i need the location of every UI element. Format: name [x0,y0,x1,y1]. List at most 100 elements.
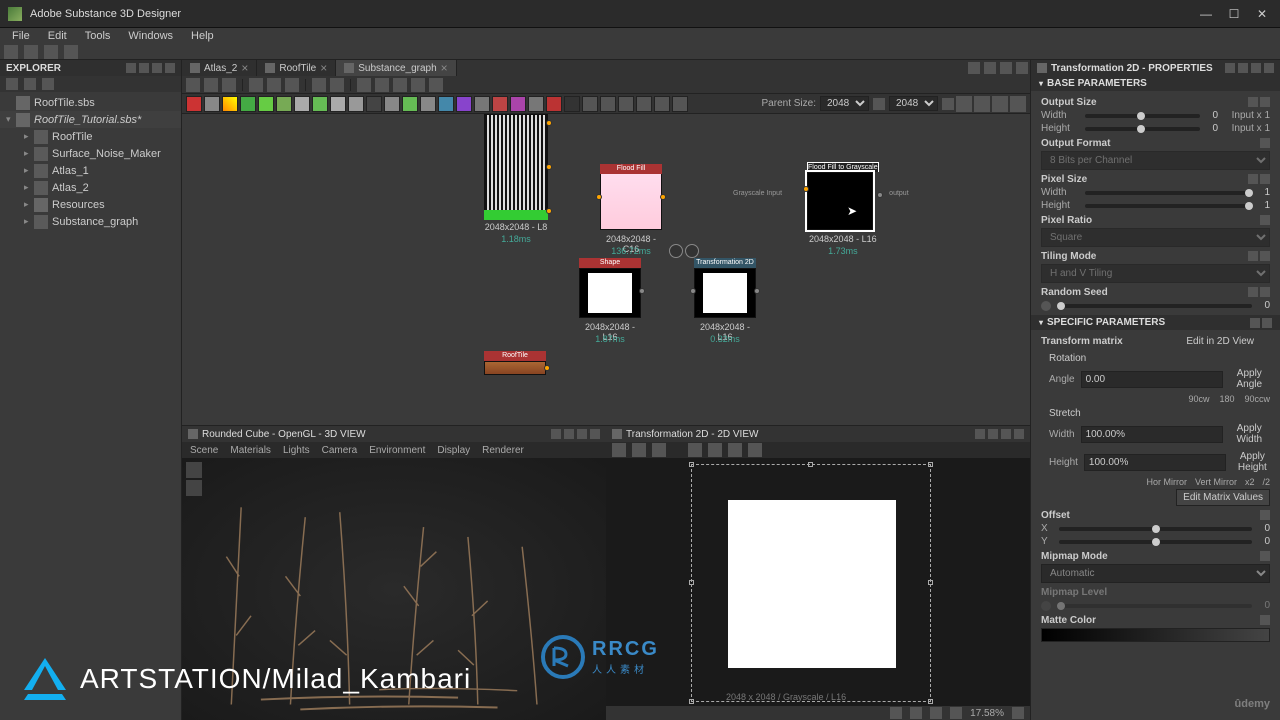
graph-tab[interactable]: Atlas_2× [182,60,257,76]
node-noise[interactable]: 2048x2048 - L8 1.18ms [484,114,548,218]
toolbar-icon[interactable] [956,96,972,112]
apply-width-button[interactable]: Apply Width [1229,421,1270,447]
prop-pin-icon[interactable] [1225,63,1235,73]
view2d-histogram-icon[interactable] [748,443,762,457]
menu-camera[interactable]: Camera [322,445,358,456]
palette-swatch[interactable] [492,96,508,112]
tab-close-icon[interactable]: × [441,61,448,75]
palette-swatch[interactable] [546,96,562,112]
edit-matrix-button[interactable]: Edit Matrix Values [1176,489,1270,506]
stretch-height-input[interactable] [1084,454,1226,471]
menu-lights[interactable]: Lights [283,445,310,456]
graph-view-btn-icon[interactable] [1000,62,1012,74]
tree-item[interactable]: ▸Atlas_1 [0,162,181,179]
rotate-180-button[interactable]: 180 [1219,394,1234,404]
param-menu-icon[interactable] [1260,215,1270,225]
menu-help[interactable]: Help [183,30,222,42]
palette-swatch[interactable] [420,96,436,112]
palette-swatch[interactable] [672,96,688,112]
transform-handle[interactable] [928,580,933,585]
transform-handle[interactable] [689,699,694,704]
link-icon[interactable] [873,98,885,110]
graph-tool-icon[interactable] [312,78,326,92]
menu-tools[interactable]: Tools [77,30,119,42]
view2d-copy-icon[interactable] [652,443,666,457]
palette-swatch[interactable] [276,96,292,112]
graph-tab-active[interactable]: Substance_graph× [336,60,456,76]
width-slider[interactable] [1085,114,1200,118]
explorer-tool-icon[interactable] [42,78,54,90]
graph-tool-icon[interactable] [411,78,425,92]
tab-close-icon[interactable]: × [241,61,248,75]
toolbar-save-icon[interactable] [44,45,58,59]
menu-windows[interactable]: Windows [120,30,181,42]
graph-tool-icon[interactable] [375,78,389,92]
palette-swatch[interactable] [582,96,598,112]
toolbar-new-icon[interactable] [4,45,18,59]
transform-handle[interactable] [928,462,933,467]
menu-scene[interactable]: Scene [190,445,218,456]
tree-item[interactable]: RoofTile.sbs [0,94,181,111]
graph-tool-icon[interactable] [330,78,344,92]
angle-input[interactable] [1081,371,1223,388]
palette-swatch[interactable] [528,96,544,112]
graph-tool-icon[interactable] [429,78,443,92]
palette-swatch[interactable] [456,96,472,112]
px-width-slider[interactable] [1085,191,1252,195]
palette-swatch[interactable] [204,96,220,112]
view-2d-canvas[interactable]: 2048 x 2048 / Grayscale / L16 [606,458,1030,706]
palette-swatch[interactable] [186,96,202,112]
node-transformation-2d[interactable]: Transformation 2D 2048x2048 - L16 0.32ms [694,258,756,318]
graph-view-btn-icon[interactable] [984,62,996,74]
view-max-icon[interactable] [1001,429,1011,439]
transform-handle[interactable] [689,580,694,585]
graph-tab[interactable]: RoofTile× [257,60,336,76]
section-base-parameters[interactable]: ▾BASE PARAMETERS [1031,76,1280,91]
tab-close-icon[interactable]: × [320,61,327,75]
param-menu-icon[interactable] [1262,318,1272,328]
vert-mirror-button[interactable]: Vert Mirror [1195,477,1237,487]
palette-swatch[interactable] [366,96,382,112]
explorer-close-icon[interactable] [165,63,175,73]
param-link-icon[interactable] [1248,97,1258,107]
palette-swatch[interactable] [312,96,328,112]
div2-button[interactable]: /2 [1262,477,1270,487]
explorer-filter-icon[interactable] [126,63,136,73]
matte-color-swatch[interactable] [1041,628,1270,642]
offset-x-slider[interactable] [1059,527,1252,531]
graph-canvas[interactable]: 2048x2048 - L8 1.18ms Flood Fill 2048x20… [182,114,1030,425]
px-height-slider[interactable] [1085,204,1252,208]
prop-max-icon[interactable] [1251,63,1261,73]
view2d-tool-icon[interactable] [612,443,626,457]
view-close-icon[interactable] [1014,429,1024,439]
graph-tool-icon[interactable] [285,78,299,92]
menu-edit[interactable]: Edit [40,30,75,42]
graph-tool-icon[interactable] [249,78,263,92]
minimize-button[interactable]: — [1200,8,1212,20]
palette-swatch[interactable] [600,96,616,112]
explorer-tool-icon[interactable] [6,78,18,90]
palette-swatch[interactable] [330,96,346,112]
rotate-90cw-button[interactable]: 90cw [1188,394,1209,404]
status-icon[interactable] [950,707,962,719]
palette-swatch[interactable] [222,96,238,112]
view-close-icon[interactable] [590,429,600,439]
toolbar-icon[interactable] [1010,96,1026,112]
height-slider[interactable] [1085,127,1200,131]
palette-swatch[interactable] [654,96,670,112]
palette-swatch[interactable] [348,96,364,112]
explorer-tool-icon[interactable] [24,78,36,90]
menu-environment[interactable]: Environment [369,445,425,456]
param-menu-icon[interactable] [1260,251,1270,261]
node-badge-icon[interactable] [685,244,699,258]
node-rooftile[interactable]: RoofTile [484,351,546,375]
mipmap-mode-select[interactable]: Automatic [1041,564,1270,583]
explorer-pin-icon[interactable] [139,63,149,73]
transform-handle[interactable] [928,699,933,704]
node-flood-fill[interactable]: Flood Fill 2048x2048 - C16 136.72ms [600,164,662,230]
tree-item[interactable]: ▸Atlas_2 [0,179,181,196]
status-icon[interactable] [1012,707,1024,719]
graph-view-btn-icon[interactable] [968,62,980,74]
tree-item[interactable]: ▸Resources [0,196,181,213]
section-specific-parameters[interactable]: ▾SPECIFIC PARAMETERS [1031,315,1280,330]
